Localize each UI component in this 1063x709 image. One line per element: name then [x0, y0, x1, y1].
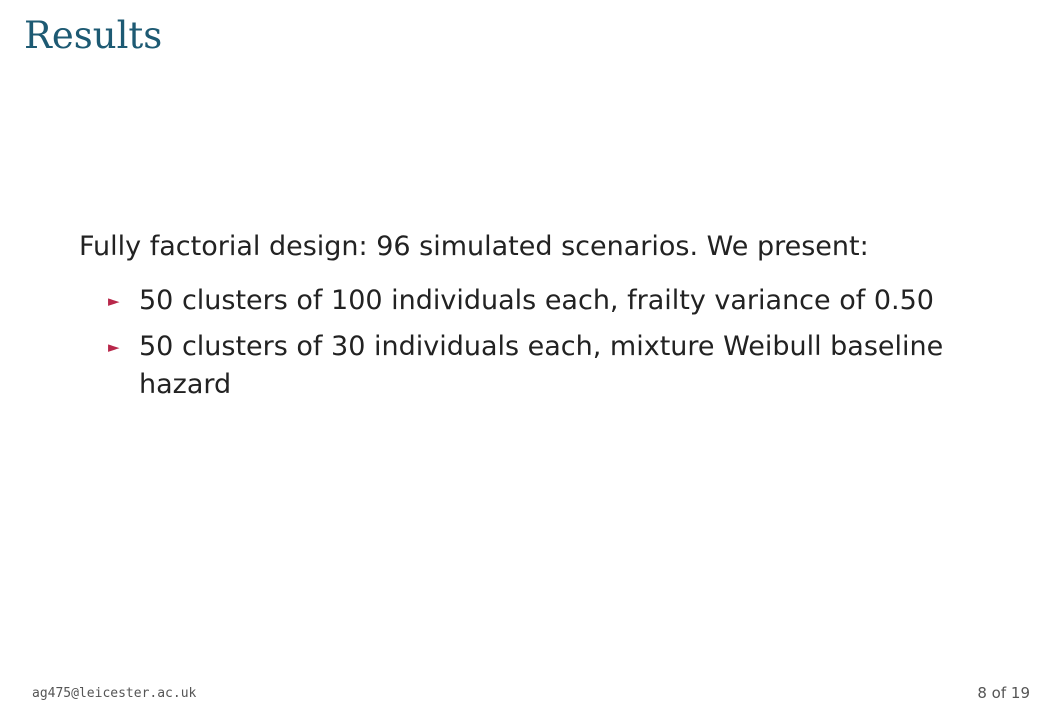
- bullet-text: 50 clusters of 30 individuals each, mixt…: [139, 331, 944, 400]
- triangle-bullet-icon: ►: [108, 338, 120, 356]
- triangle-bullet-icon: ►: [108, 292, 120, 310]
- page-number: 8 of 19: [977, 684, 1030, 702]
- intro-text: Fully factorial design: 96 simulated sce…: [79, 231, 869, 262]
- bullet-item: ► 50 clusters of 100 individuals each, f…: [79, 282, 1009, 320]
- slide-title: Results: [24, 14, 163, 57]
- bullet-list: ► 50 clusters of 100 individuals each, f…: [79, 282, 1009, 404]
- slide: Results Fully factorial design: 96 simul…: [0, 0, 1063, 709]
- footer-email: ag475@leicester.ac.uk: [32, 686, 197, 701]
- bullet-text: 50 clusters of 100 individuals each, fra…: [139, 285, 934, 316]
- slide-content: Fully factorial design: 96 simulated sce…: [79, 228, 1009, 412]
- bullet-item: ► 50 clusters of 30 individuals each, mi…: [79, 328, 1009, 404]
